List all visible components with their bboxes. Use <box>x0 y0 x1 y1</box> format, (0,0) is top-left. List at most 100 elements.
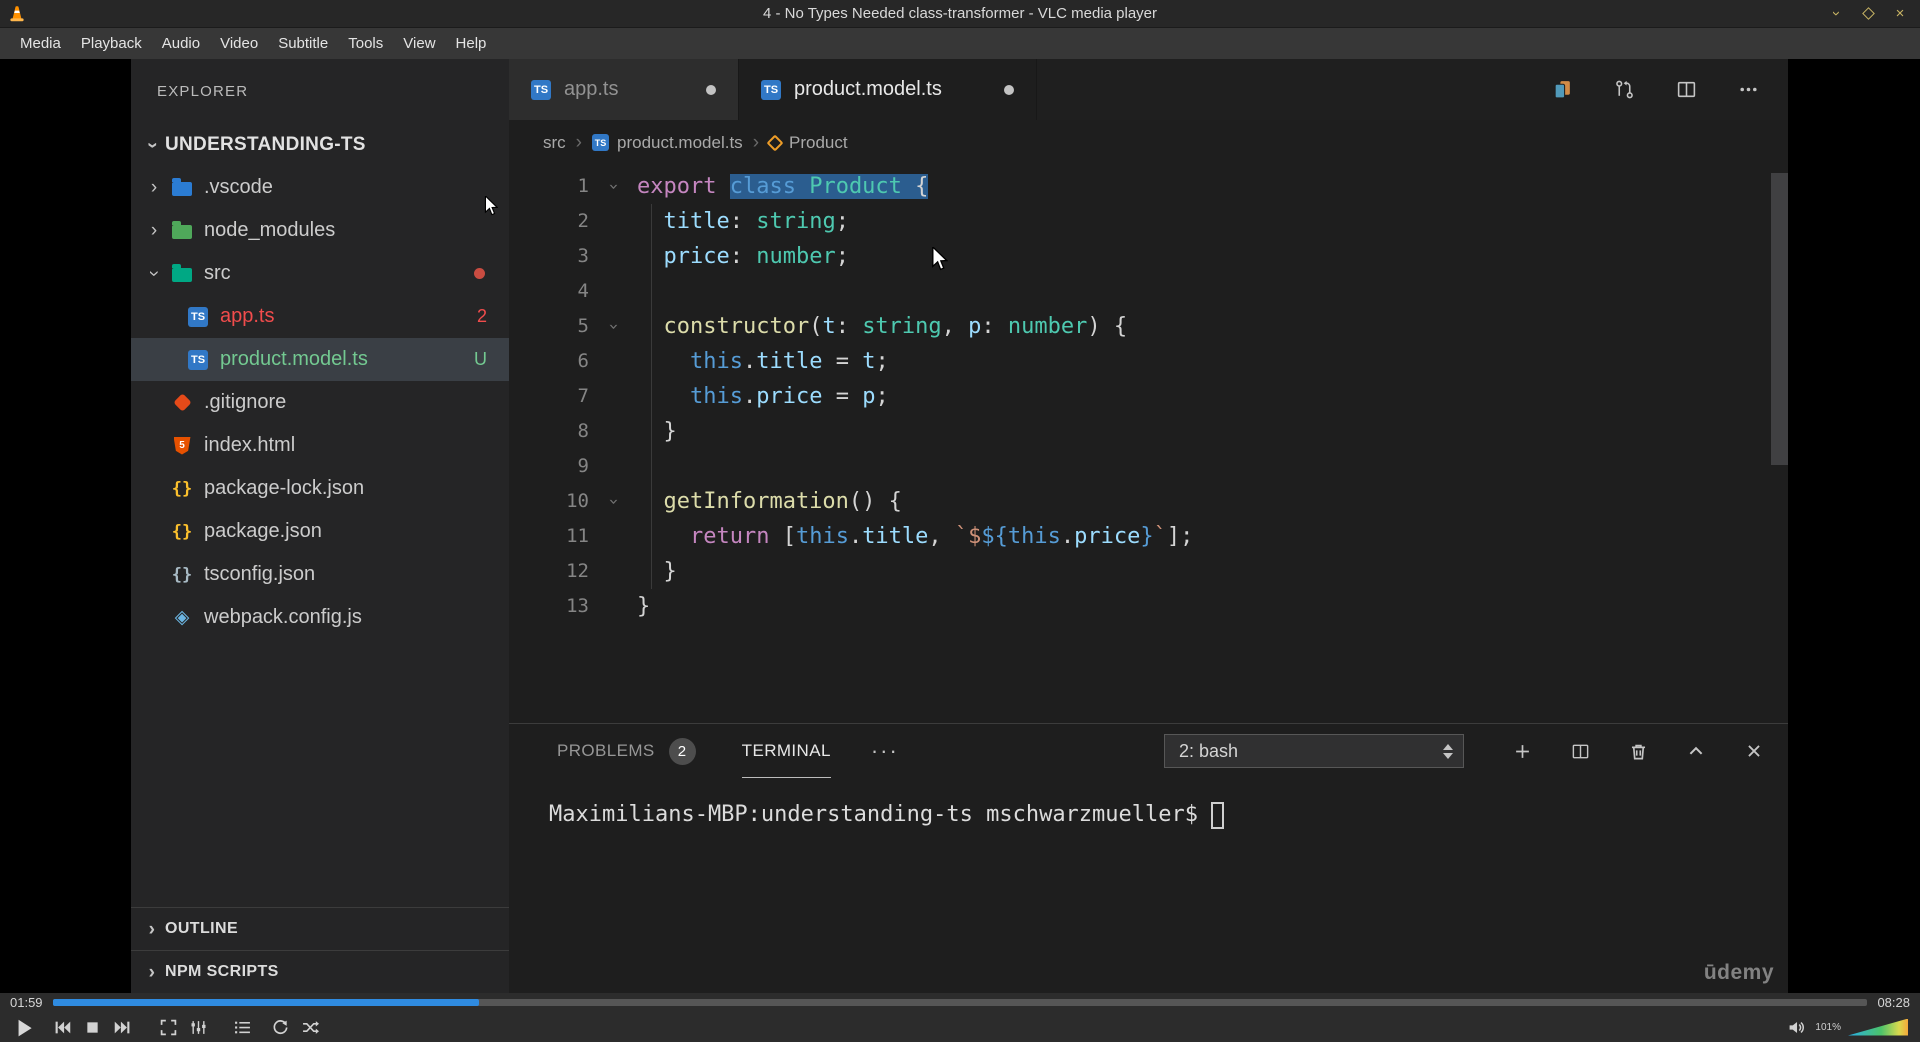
section-npm-scripts[interactable]: › NPM SCRIPTS <box>131 950 509 993</box>
playlist-button[interactable] <box>230 1015 254 1039</box>
line-number: 10 <box>566 490 589 512</box>
chevron-down-icon: › <box>143 270 165 277</box>
menu-video[interactable]: Video <box>210 30 268 57</box>
file-app-ts[interactable]: TS app.ts 2 <box>131 295 509 338</box>
file-src[interactable]: › src <box>131 252 509 295</box>
breadcrumb-product[interactable]: Product <box>766 133 848 153</box>
play-button[interactable] <box>12 1015 36 1039</box>
menu-subtitle[interactable]: Subtitle <box>268 30 338 57</box>
scrollbar[interactable] <box>1771 173 1788 465</box>
fold-icon[interactable]: › <box>589 309 637 344</box>
file-index-html[interactable]: 5 index.html <box>131 424 509 467</box>
code-line-5[interactable]: 5 › constructor(t: string, p: number) { <box>509 309 1788 344</box>
file-tsconfig-json[interactable]: {} tsconfig.json <box>131 553 509 596</box>
git-compare-icon[interactable] <box>1612 78 1636 102</box>
code-line-2[interactable]: 2 title: string; <box>509 204 1788 239</box>
file-vscode[interactable]: › .vscode <box>131 166 509 209</box>
file-webpack-config-js[interactable]: ◈ webpack.config.js <box>131 596 509 639</box>
code-line-1[interactable]: 1 › export class Product { <box>509 169 1788 204</box>
volume-slider[interactable] <box>1848 1018 1908 1036</box>
code-line-3[interactable]: 3 price: number; <box>509 239 1788 274</box>
video-area[interactable]: EXPLORER › UNDERSTANDING-TS › .vscode › nod… <box>0 59 1920 993</box>
problems-badge: 2 <box>668 737 696 765</box>
split-terminal-icon[interactable] <box>1568 739 1592 763</box>
folder-node-icon <box>172 221 192 239</box>
code-line-6[interactable]: 6 this.title = t; <box>509 344 1788 379</box>
extended-settings-button[interactable] <box>186 1015 210 1039</box>
breadcrumb-product-model-ts[interactable]: TS product.model.ts <box>592 133 743 153</box>
file-gitignore[interactable]: .gitignore <box>131 381 509 424</box>
previous-button[interactable] <box>50 1015 74 1039</box>
section-outline[interactable]: › OUTLINE <box>131 907 509 950</box>
code-line-7[interactable]: 7 this.price = p; <box>509 379 1788 414</box>
menu-audio[interactable]: Audio <box>152 30 210 57</box>
code-line-13[interactable]: 13} <box>509 589 1788 624</box>
tab-app-ts[interactable]: TS app.ts <box>509 59 739 120</box>
more-actions-icon[interactable] <box>1736 78 1760 102</box>
vlc-window: 4 - No Types Needed class-transformer - … <box>0 0 1920 1042</box>
tab-product-model-ts[interactable]: TS product.model.ts <box>739 59 1037 120</box>
code-line-9[interactable]: 9 <box>509 449 1788 484</box>
time-total: 08:28 <box>1877 995 1910 1010</box>
code-editor[interactable]: 1 › export class Product {2 title: string;… <box>509 165 1788 723</box>
minimize-button[interactable]: › <box>1828 6 1845 22</box>
speaker-icon[interactable] <box>1784 1015 1808 1039</box>
split-editor-icon[interactable] <box>1674 78 1698 102</box>
menu-view[interactable]: View <box>393 30 445 57</box>
editor-tabs: TS app.ts TS product.model.ts <box>509 59 1037 120</box>
kill-terminal-icon[interactable] <box>1626 739 1650 763</box>
fold-icon[interactable]: › <box>589 484 637 519</box>
line-number: 11 <box>566 525 589 547</box>
file-package-json[interactable]: {} package.json <box>131 510 509 553</box>
file-badge: U <box>474 349 487 369</box>
terminal[interactable]: Maximilians-MBP:understanding-ts mschwar… <box>509 778 1788 832</box>
terminal-selector-value: 2: bash <box>1179 740 1239 761</box>
panel-tab-problems[interactable]: PROBLEMS 2 <box>557 724 696 778</box>
volume-percent: 101% <box>1815 1021 1841 1033</box>
chevron-right-icon: › <box>148 918 156 940</box>
panel-actions <box>1510 739 1766 763</box>
line-number: 9 <box>577 455 589 477</box>
menu-tools[interactable]: Tools <box>338 30 393 57</box>
terminal-prompt: Maximilians-MBP:understanding-ts mschwar… <box>549 802 1199 827</box>
code-line-8[interactable]: 8 } <box>509 414 1788 449</box>
open-changes-icon[interactable] <box>1550 78 1574 102</box>
new-terminal-icon[interactable] <box>1510 739 1534 763</box>
menu-media[interactable]: Media <box>10 30 71 57</box>
bottom-panel: PROBLEMS 2 TERMINAL ··· 2: bash Maximili… <box>509 723 1788 993</box>
shuffle-button[interactable] <box>298 1015 322 1039</box>
terminal-selector[interactable]: 2: bash <box>1164 734 1464 768</box>
code-line-11[interactable]: 11 return [this.title, `$${this.price}`]… <box>509 519 1788 554</box>
titlebar: 4 - No Types Needed class-transformer - … <box>0 0 1920 28</box>
menu-playback[interactable]: Playback <box>71 30 152 57</box>
code-line-12[interactable]: 12 } <box>509 554 1788 589</box>
maximize-button[interactable] <box>1860 6 1876 22</box>
volume-control: 101% <box>1784 1015 1908 1039</box>
menu-help[interactable]: Help <box>446 30 497 57</box>
seek-bar[interactable] <box>52 999 1868 1006</box>
modified-dot <box>474 268 485 279</box>
workspace-root[interactable]: › UNDERSTANDING-TS <box>131 124 509 166</box>
code-line-10[interactable]: 10 › getInformation() { <box>509 484 1788 519</box>
fullscreen-button[interactable] <box>156 1015 180 1039</box>
file-package-lock-json[interactable]: {} package-lock.json <box>131 467 509 510</box>
panel-more-icon[interactable]: ··· <box>871 738 899 764</box>
close-button[interactable]: × <box>1892 6 1908 22</box>
loop-button[interactable] <box>268 1015 292 1039</box>
stop-button[interactable] <box>80 1015 104 1039</box>
code-lines: 1 › export class Product {2 title: string;… <box>509 169 1788 624</box>
file-node-modules[interactable]: › node_modules <box>131 209 509 252</box>
next-button[interactable] <box>110 1015 134 1039</box>
file-product-model-ts[interactable]: TS product.model.ts U <box>131 338 509 381</box>
typescript-file-icon: TS <box>531 79 551 100</box>
fold-icon[interactable]: › <box>589 169 637 204</box>
code-line-4[interactable]: 4 <box>509 274 1788 309</box>
breadcrumb-src[interactable]: src <box>543 133 566 153</box>
panel-tab-terminal[interactable]: TERMINAL <box>742 724 831 778</box>
maximize-panel-icon[interactable] <box>1684 739 1708 763</box>
close-panel-icon[interactable] <box>1742 739 1766 763</box>
